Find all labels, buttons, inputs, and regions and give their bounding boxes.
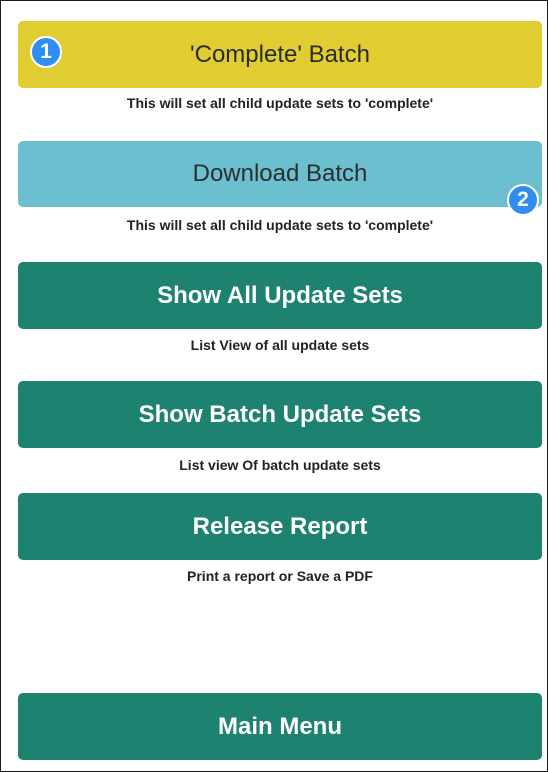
- release-report-label: Release Report: [192, 512, 368, 540]
- show-batch-update-sets-label: Show Batch Update Sets: [138, 400, 422, 428]
- show-batch-update-sets-button[interactable]: Show Batch Update Sets: [18, 381, 542, 448]
- download-batch-label: Download Batch: [192, 160, 368, 187]
- widget-frame: 'Complete' Batch 1 This will set all chi…: [0, 0, 548, 772]
- step-badge-2: 2: [507, 184, 539, 216]
- complete-batch-button[interactable]: 'Complete' Batch: [18, 21, 542, 88]
- show-batch-update-sets-description: List view Of batch update sets: [179, 457, 381, 473]
- main-menu-button[interactable]: Main Menu: [18, 693, 542, 760]
- release-report-description: Print a report or Save a PDF: [187, 568, 373, 584]
- download-batch-button[interactable]: Download Batch: [18, 141, 542, 207]
- step-badge-1: 1: [30, 36, 62, 68]
- complete-batch-description: This will set all child update sets to '…: [126, 95, 434, 111]
- download-batch-description: This will set all child update sets to '…: [126, 217, 434, 233]
- show-all-update-sets-label: Show All Update Sets: [157, 281, 403, 309]
- complete-batch-label: 'Complete' Batch: [190, 40, 370, 68]
- show-all-update-sets-description: List View of all update sets: [190, 337, 370, 353]
- main-menu-label: Main Menu: [218, 712, 342, 740]
- release-report-button[interactable]: Release Report: [18, 493, 542, 560]
- show-all-update-sets-button[interactable]: Show All Update Sets: [18, 262, 542, 329]
